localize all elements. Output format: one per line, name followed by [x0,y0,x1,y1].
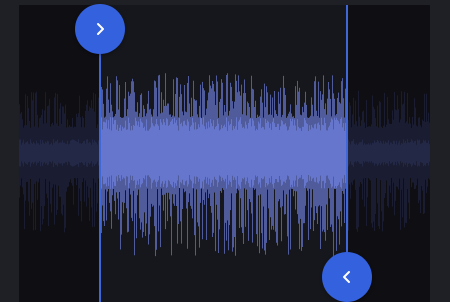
trim-start-handle[interactable] [74,4,125,54]
chevron-right-icon [96,23,104,35]
trim-end-line[interactable] [345,5,348,276]
audio-waveform [19,73,430,257]
chevron-left-icon [342,271,350,283]
waveform-track[interactable] [19,5,430,302]
trim-start-line[interactable] [98,30,101,302]
trim-end-handle[interactable] [321,252,372,302]
audio-trimmer [0,0,450,302]
